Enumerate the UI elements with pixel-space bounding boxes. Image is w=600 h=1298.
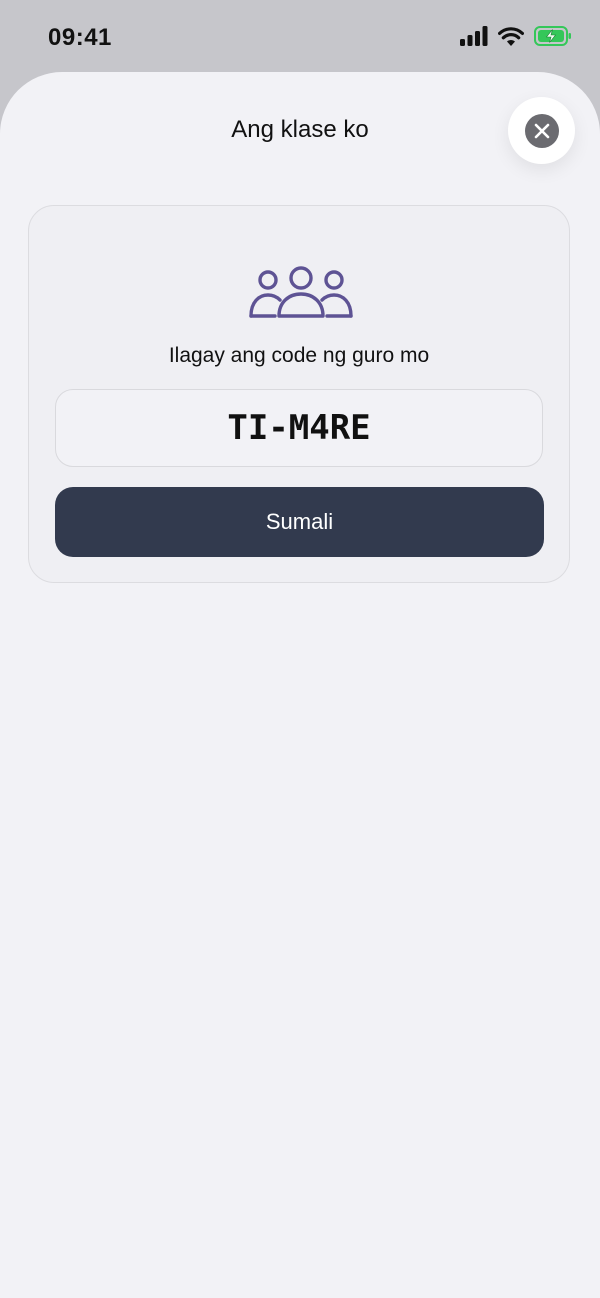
cellular-signal-icon: [460, 26, 488, 46]
battery-charging-icon: [534, 26, 571, 46]
status-icons: [460, 26, 572, 46]
close-icon: [534, 123, 549, 138]
class-code-input[interactable]: [55, 389, 543, 467]
status-bar: 09:41: [0, 0, 600, 72]
code-prompt: Ilagay ang code ng guro mo: [168, 344, 430, 367]
status-time: 09:41: [48, 24, 112, 51]
join-class-card: Ilagay ang code ng guro mo Sumali: [28, 205, 570, 583]
people-group-icon: [249, 266, 353, 318]
close-button[interactable]: [508, 97, 575, 164]
close-icon-circle: [524, 113, 559, 148]
join-button[interactable]: Sumali: [55, 487, 544, 557]
bottom-sheet: Ang klase ko Ilagay ang code ng guro mo …: [0, 72, 600, 1298]
wifi-icon: [498, 27, 524, 46]
